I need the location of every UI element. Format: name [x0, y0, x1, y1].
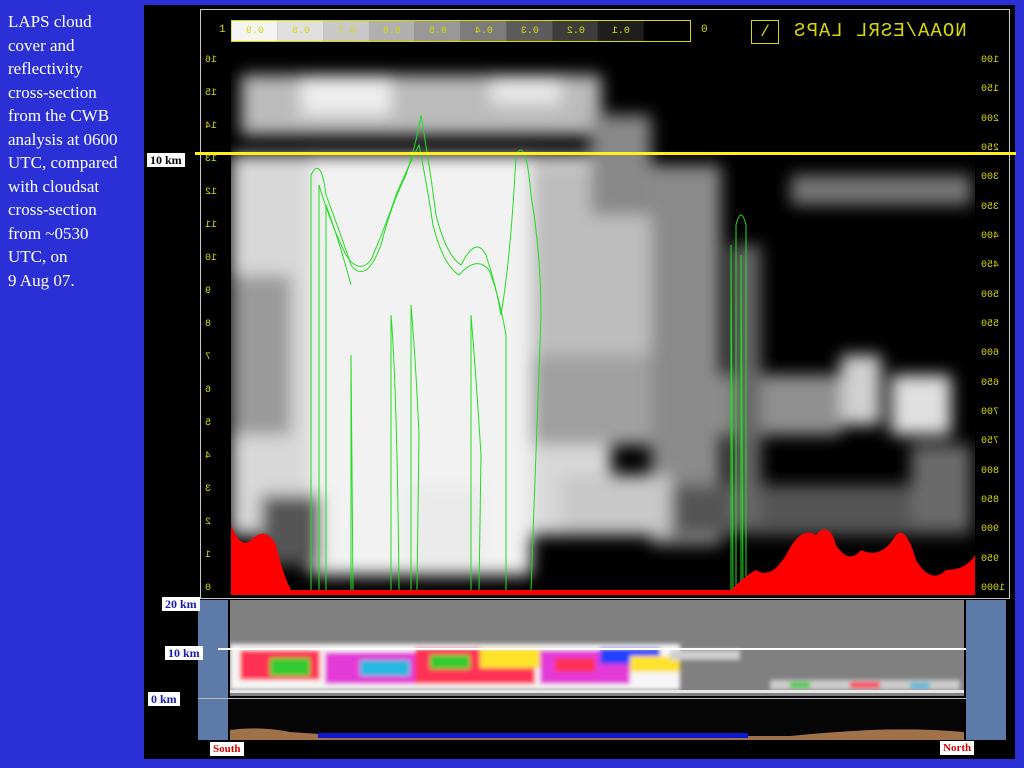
pressure-tick: 400 — [981, 231, 1000, 242]
height-tick: 11 — [205, 220, 218, 231]
height-axis: 16 15 14 13 12 11 10 9 8 7 6 5 4 3 2 1 0 — [201, 55, 231, 595]
label-north: North — [940, 741, 975, 755]
cloudsat-reflectivity — [230, 644, 964, 693]
scale-cell: 0.8 — [277, 21, 324, 41]
height-tick: 3 — [205, 484, 212, 495]
pressure-tick: 500 — [981, 289, 1000, 301]
cloudsat-right-margin — [966, 600, 1006, 740]
brand-logo-box: / — [751, 20, 779, 44]
pressure-tick: 550 — [981, 319, 1000, 330]
caption-line: LAPS cloud — [8, 12, 92, 31]
label-0km: 0 km — [148, 692, 180, 706]
pressure-tick: 1000 — [981, 583, 1006, 594]
height-tick: 6 — [205, 385, 212, 396]
height-tick: 4 — [205, 451, 212, 462]
pressure-tick: 700 — [981, 407, 1000, 418]
scale-cell: 0.1 — [598, 21, 645, 41]
figure-area: 1 0.9 0.8 0.7 0.6 0.5 0.4 0.3 0.2 0.1 0 / NOAA/E… — [144, 5, 1015, 759]
pressure-tick: 350 — [981, 201, 1000, 213]
scale-min-label: 0 — [701, 24, 708, 36]
cloudsat-panel — [198, 600, 1006, 740]
pressure-tick: 200 — [981, 113, 1000, 125]
cloud-cover-scalebar: 0.9 0.8 0.7 0.6 0.5 0.4 0.3 0.2 0.1 — [231, 20, 691, 42]
pressure-axis: 100 150 200 250 300 350 400 450 500 550 600 650 700 7… — [975, 55, 1009, 595]
pressure-tick: 150 — [981, 84, 1000, 96]
pressure-tick: 900 — [981, 524, 1000, 536]
height-tick: 10 — [205, 253, 218, 264]
pressure-tick: 750 — [981, 436, 1000, 448]
label-10km-laps: 10 km — [147, 153, 185, 167]
scale-cell: 0.5 — [415, 21, 461, 41]
10km-marker-line — [195, 152, 1016, 155]
pressure-tick: 450 — [981, 260, 1000, 272]
scale-cell: 0.3 — [506, 21, 553, 41]
scale-cell: 0.9 — [232, 21, 278, 41]
caption-line: cover and — [8, 35, 75, 55]
height-tick: 8 — [205, 319, 212, 330]
caption-line: reflectivity — [8, 59, 83, 78]
pressure-tick: 100 — [981, 55, 1000, 66]
height-tick: 5 — [205, 418, 212, 429]
caption-line: with cloudsat — [8, 176, 100, 196]
height-tick: 9 — [205, 286, 212, 297]
track-bar — [318, 733, 748, 738]
pressure-tick: 600 — [981, 348, 1000, 360]
height-tick: 14 — [205, 121, 218, 132]
scale-cell — [644, 21, 690, 41]
scale-cell: 0.4 — [460, 21, 507, 41]
height-tick: 15 — [205, 88, 218, 99]
pressure-tick: 850 — [981, 495, 1000, 506]
label-20km: 20 km — [162, 597, 200, 611]
pressure-tick: 950 — [981, 553, 1000, 565]
scale-cell: 0.6 — [369, 21, 416, 41]
scale-max-label: 1 — [219, 24, 226, 36]
caption-line: UTC, compared — [8, 153, 118, 172]
height-tick: 1 — [205, 550, 212, 561]
pressure-tick: 650 — [981, 377, 1000, 389]
laps-cross-section: 1 0.9 0.8 0.7 0.6 0.5 0.4 0.3 0.2 0.1 0 / NOAA/E… — [200, 9, 1010, 599]
cloudsat-10km-line — [218, 648, 988, 650]
cloudsat-0km-line — [198, 698, 968, 699]
height-tick: 2 — [205, 517, 212, 528]
caption-line: from ~0530 — [8, 223, 89, 243]
caption-line: 9 Aug 07. — [8, 270, 75, 290]
caption-line: UTC, on — [8, 247, 68, 266]
pressure-tick: 300 — [981, 172, 1000, 184]
label-10km-cloudsat: 10 km — [165, 646, 203, 660]
caption-line: analysis at 0600 — [8, 129, 118, 149]
cloud-cover-plot — [231, 55, 975, 595]
caption-line: from the CWB — [8, 106, 110, 125]
height-tick: 13 — [205, 154, 218, 165]
pressure-tick: 800 — [981, 465, 1000, 477]
scale-cell: 0.2 — [552, 21, 599, 41]
caption-line: cross-section — [8, 82, 97, 102]
brand-title: NOAA/ESRL LAPS — [793, 20, 967, 42]
caption-text: LAPS cloud cover and reflectivity cross-sec… — [8, 10, 140, 292]
caption-line: cross-section — [8, 200, 97, 219]
label-south: South — [210, 742, 244, 756]
height-tick: 7 — [205, 352, 212, 363]
height-tick: 0 — [205, 583, 212, 594]
height-tick: 16 — [205, 55, 218, 66]
height-tick: 12 — [205, 187, 218, 198]
scale-cell: 0.7 — [323, 21, 370, 41]
cloudsat-left-margin — [198, 600, 228, 740]
